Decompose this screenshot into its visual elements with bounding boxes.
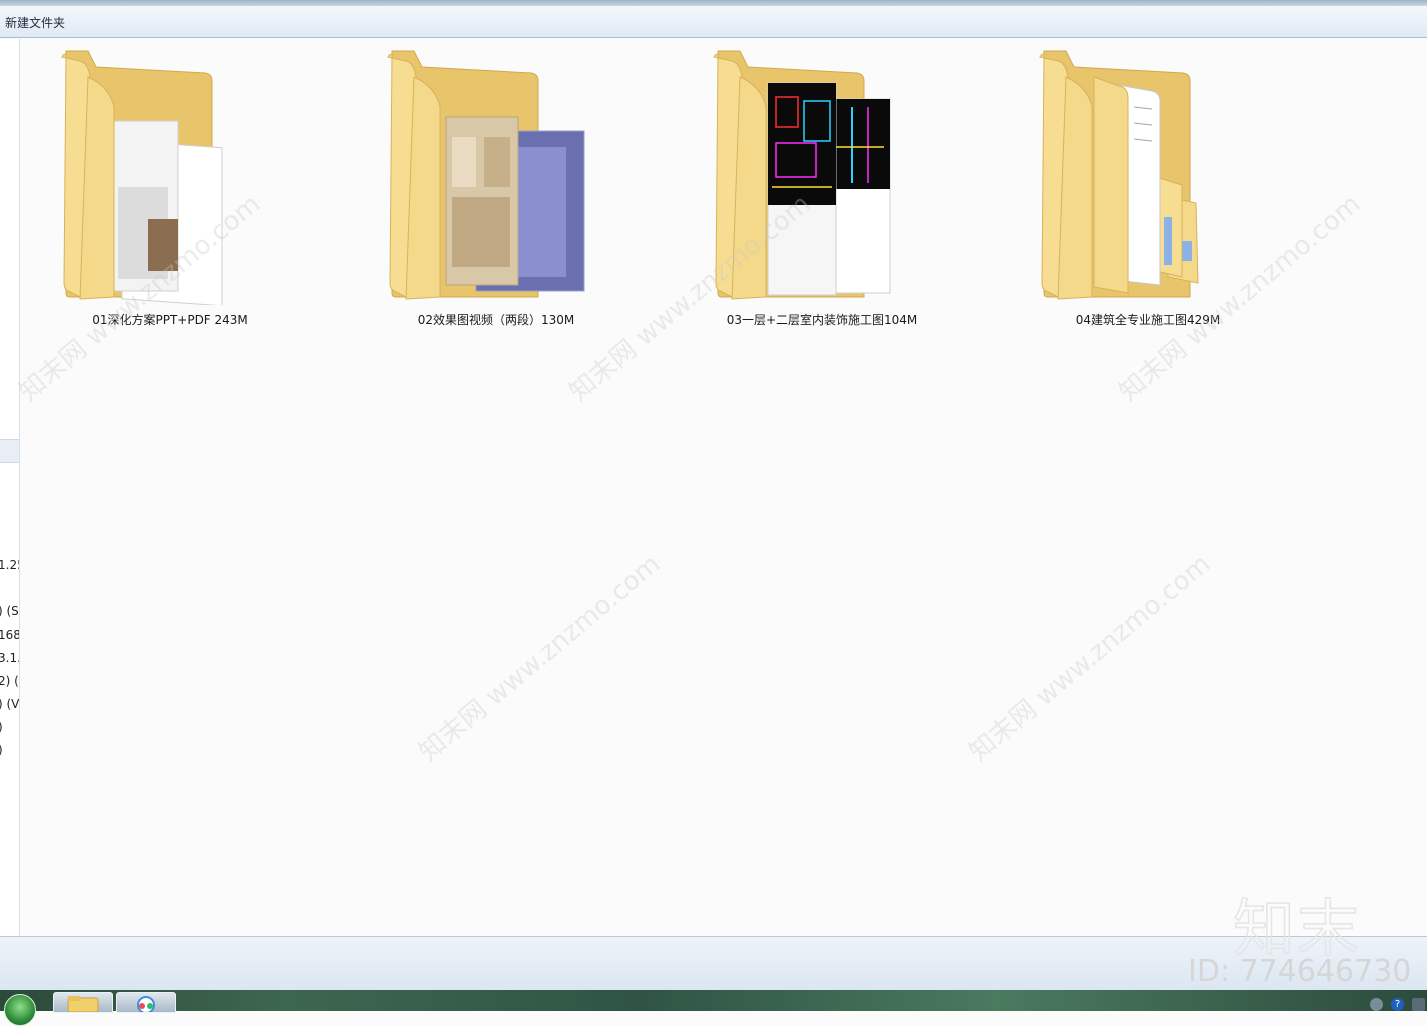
taskbar-app-button[interactable] (116, 992, 176, 1014)
folder-name: 03一层+二层室内装饰施工图104M (726, 313, 918, 327)
new-folder-button[interactable]: 新建文件夹 (3, 14, 67, 31)
watermark-id: ID: 774646730 (1188, 954, 1412, 989)
app-pinned-icon (137, 996, 155, 1014)
folder-name: 02效果图视频（两段）130M (417, 313, 575, 327)
folder-name: 04建筑全专业施工图429M (1075, 313, 1221, 327)
navigation-selected-row[interactable] (0, 439, 19, 463)
taskbar-explorer-button[interactable] (53, 992, 113, 1013)
network-icon[interactable] (1370, 998, 1383, 1011)
navigation-pane[interactable]: 1.25 ) (S 168 3.1.2 2) ( ) (V ) ) (0, 39, 20, 936)
folder-item[interactable]: 02效果图视频（两段）130M (346, 47, 646, 329)
explorer-toolbar: 新建文件夹 (0, 6, 1427, 38)
help-icon[interactable]: ? (1391, 998, 1404, 1011)
nav-item-text[interactable]: ) (S (0, 604, 19, 618)
nav-item-text[interactable]: 3.1.2 (0, 651, 19, 665)
windows-start-orb-icon[interactable] (4, 994, 36, 1026)
nav-item-text[interactable]: 2) ( (0, 674, 19, 688)
nav-item-text[interactable]: 1.25 (0, 558, 19, 572)
nav-item-text[interactable]: ) (0, 743, 3, 757)
show-desktop-icon[interactable] (1412, 998, 1425, 1011)
explorer-folder-icon (67, 996, 99, 1013)
taskbar (0, 990, 1427, 1011)
folder-renderings-icon (387, 50, 585, 300)
nav-item-text[interactable]: ) (V (0, 697, 19, 711)
folder-name: 01深化方案PPT+PDF 243M (92, 313, 248, 327)
nav-item-text[interactable]: ) (0, 720, 3, 734)
folder-documents-icon (1039, 50, 1199, 300)
nav-item-text[interactable]: 168 (0, 628, 19, 642)
file-list-view[interactable]: 01深化方案PPT+PDF 243M 02效果图视频（两段）130M 03一层+… (20, 39, 1427, 936)
